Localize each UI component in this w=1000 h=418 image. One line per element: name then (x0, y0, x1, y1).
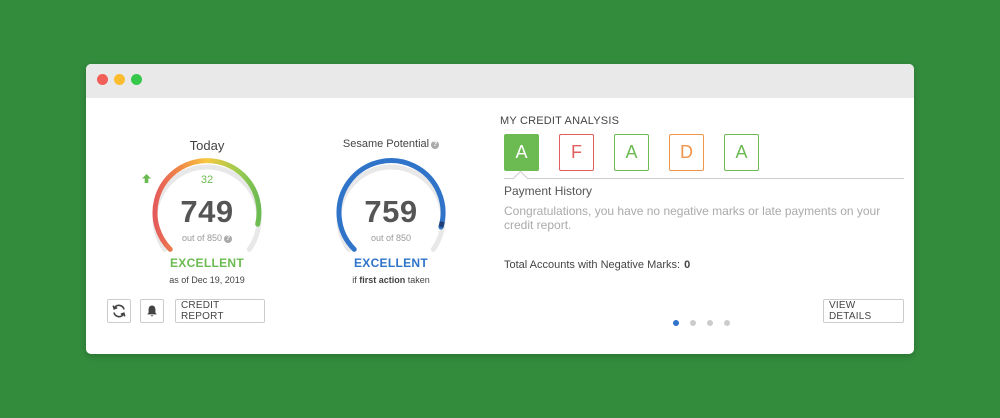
potential-note: if first action taken (326, 275, 456, 285)
grade-tab[interactable]: A (614, 134, 649, 171)
grade-tab[interactable]: A (504, 134, 539, 171)
potential-note-suffix: taken (405, 275, 430, 285)
carousel-dot[interactable] (707, 320, 713, 326)
app-window: Today 32 749 out of 850 ? EXCELLENT as o… (86, 64, 914, 354)
today-as-of: as of Dec 19, 2019 (169, 275, 245, 285)
view-details-button[interactable]: VIEW DETAILS (823, 299, 904, 323)
grade-tab[interactable]: F (559, 134, 594, 171)
today-out-of-label: out of 850 (181, 233, 223, 243)
help-icon[interactable]: ? (224, 235, 233, 243)
today-score: 749 (180, 194, 234, 229)
grade-tab[interactable]: A (724, 134, 759, 171)
alerts-button[interactable] (140, 299, 164, 323)
refresh-button[interactable] (107, 299, 131, 323)
credit-report-button[interactable]: CREDIT REPORT (175, 299, 265, 323)
refresh-icon (112, 304, 126, 318)
arrow-up-icon (142, 174, 151, 183)
potential-note-strong: first action (359, 275, 406, 285)
tab-divider (504, 178, 904, 179)
maximize-window-button[interactable] (131, 74, 142, 85)
potential-title-label: Sesame Potential (342, 138, 430, 150)
negative-marks-value: 0 (684, 259, 691, 271)
carousel-dot[interactable] (690, 320, 696, 326)
help-icon[interactable]: ? (431, 141, 440, 149)
potential-score: 759 (364, 194, 418, 229)
today-delta: 32 (142, 174, 272, 186)
negative-marks-label: Total Accounts with Negative Marks: (504, 259, 681, 271)
active-category-title: Payment History (504, 184, 593, 198)
title-bar (86, 64, 914, 98)
category-description: Congratulations, you have no negative ma… (504, 204, 881, 232)
carousel-dot[interactable] (724, 320, 730, 326)
close-window-button[interactable] (97, 74, 108, 85)
credit-analysis-title: MY CREDIT ANALYSIS (500, 115, 620, 127)
today-title: Today (189, 138, 225, 153)
carousel-dot[interactable] (673, 320, 679, 326)
potential-out-of: out of 850 (370, 233, 412, 243)
today-rating: EXCELLENT (169, 256, 245, 270)
potential-rating: EXCELLENT (353, 256, 429, 270)
today-out-of: out of 850? (142, 233, 272, 243)
today-delta-value: 32 (200, 174, 214, 186)
potential-title: Sesame Potential? (326, 138, 456, 150)
minimize-window-button[interactable] (114, 74, 125, 85)
bell-icon (147, 305, 157, 317)
dashboard-content: Today 32 749 out of 850 ? EXCELLENT as o… (86, 98, 914, 354)
grade-tab[interactable]: D (669, 134, 704, 171)
negative-marks-summary: Total Accounts with Negative Marks: 0 (504, 259, 690, 271)
